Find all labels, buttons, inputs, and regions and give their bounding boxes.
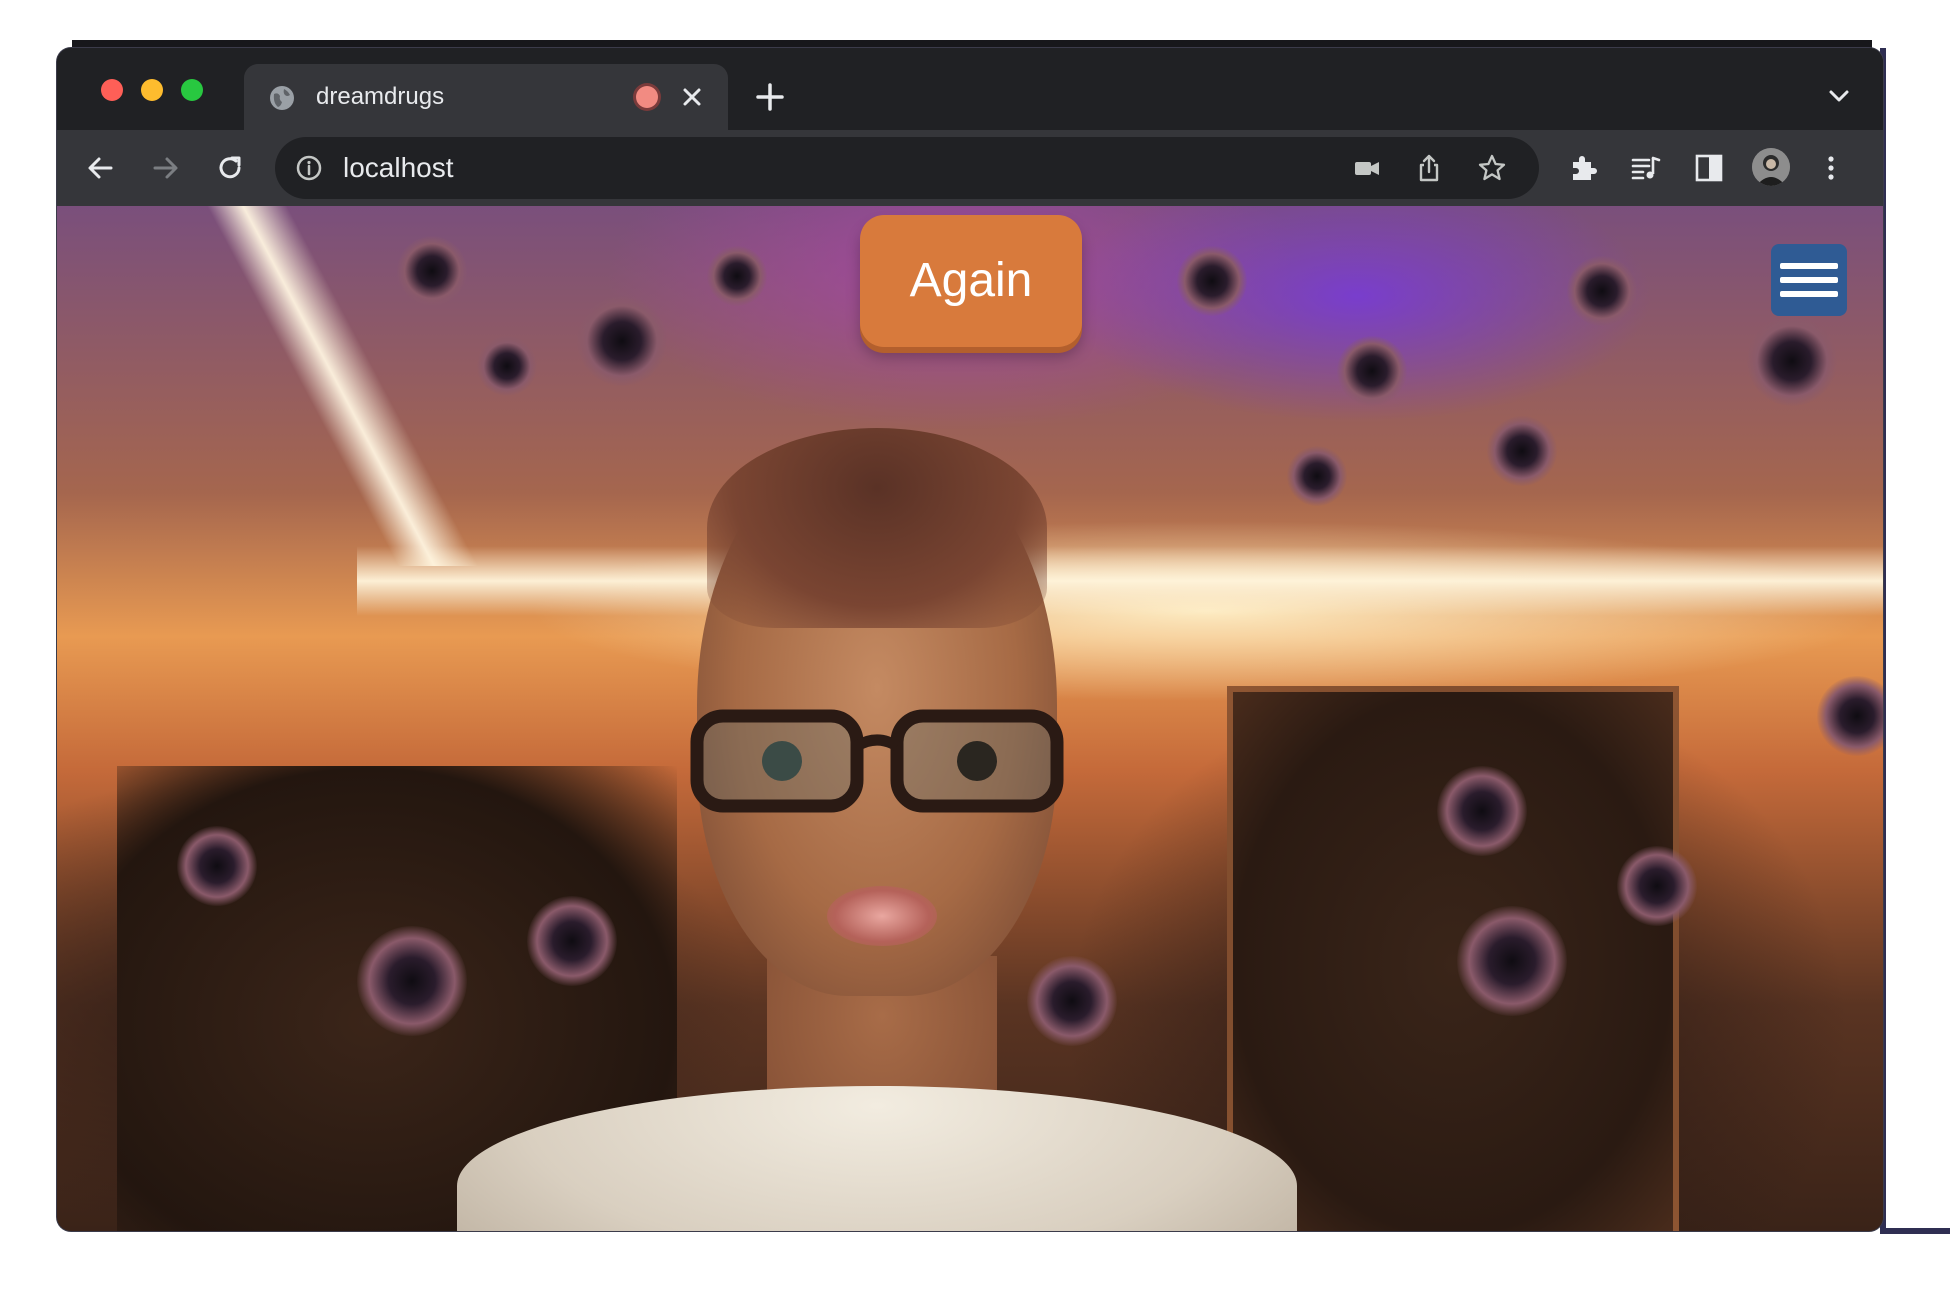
- image-eye: [577, 296, 667, 386]
- kebab-menu-icon[interactable]: [1815, 152, 1847, 184]
- recording-indicator-icon: [636, 86, 658, 108]
- forward-arrow-icon[interactable]: [147, 150, 183, 186]
- camera-icon[interactable]: [1352, 153, 1382, 183]
- back-arrow-icon[interactable]: [83, 150, 119, 186]
- image-eye: [1567, 256, 1637, 326]
- window-close-button[interactable]: [101, 79, 123, 101]
- puzzle-icon[interactable]: [1567, 152, 1599, 184]
- image-eye: [707, 246, 767, 306]
- address-text: localhost: [343, 152, 454, 183]
- image-eye: [1337, 336, 1407, 406]
- image-eye: [1457, 906, 1567, 1016]
- image-eye: [477, 336, 537, 396]
- image-person-mouth: [827, 886, 937, 946]
- info-icon[interactable]: [295, 154, 323, 182]
- again-button-label: Again: [909, 254, 1033, 307]
- media-control-icon[interactable]: [1630, 152, 1662, 184]
- image-eye: [1437, 766, 1527, 856]
- hamburger-menu-icon: [1780, 277, 1838, 283]
- browser-window: dreamdrugs localhost Again: [57, 48, 1883, 1231]
- tab-strip: dreamdrugs: [57, 48, 1883, 130]
- side-panel-icon[interactable]: [1693, 152, 1725, 184]
- address-bar[interactable]: localhost: [275, 137, 1539, 199]
- share-icon[interactable]: [1414, 153, 1444, 183]
- image-person: [457, 428, 1297, 1231]
- plus-icon[interactable]: [753, 80, 787, 114]
- tab-title: dreamdrugs: [316, 83, 445, 110]
- image-eye: [1747, 316, 1837, 406]
- tab-dreamdrugs[interactable]: dreamdrugs: [244, 64, 728, 130]
- image-dog-shape: [1227, 686, 1679, 1231]
- dream-image-viewport: Again: [57, 206, 1883, 1231]
- star-icon[interactable]: [1477, 153, 1507, 183]
- hamburger-menu-icon: [1780, 263, 1838, 269]
- window-minimize-button[interactable]: [141, 79, 163, 101]
- image-eye: [1287, 446, 1347, 506]
- profile-photo-icon: [1752, 148, 1790, 186]
- hamburger-menu-icon: [1780, 291, 1838, 297]
- hamburger-menu-button[interactable]: [1771, 244, 1847, 316]
- globe-icon: [270, 86, 294, 110]
- image-eye: [177, 826, 257, 906]
- image-person-hair: [707, 428, 1047, 628]
- image-eye: [1617, 846, 1697, 926]
- again-button[interactable]: Again: [860, 215, 1082, 347]
- window-maximize-button[interactable]: [181, 79, 203, 101]
- image-eye: [357, 926, 467, 1036]
- image-eye: [1487, 416, 1557, 486]
- window-backdrop: [1880, 1228, 1950, 1234]
- reload-icon[interactable]: [212, 150, 248, 186]
- image-eye: [527, 896, 617, 986]
- avatar[interactable]: [1752, 148, 1790, 186]
- image-eye: [1177, 246, 1247, 316]
- chevron-down-icon[interactable]: [1827, 84, 1851, 108]
- image-eye: [397, 236, 467, 306]
- browser-toolbar: localhost: [57, 130, 1883, 206]
- image-eye: [1817, 676, 1883, 756]
- image-glasses: [690, 709, 1064, 813]
- close-icon[interactable]: [676, 81, 708, 113]
